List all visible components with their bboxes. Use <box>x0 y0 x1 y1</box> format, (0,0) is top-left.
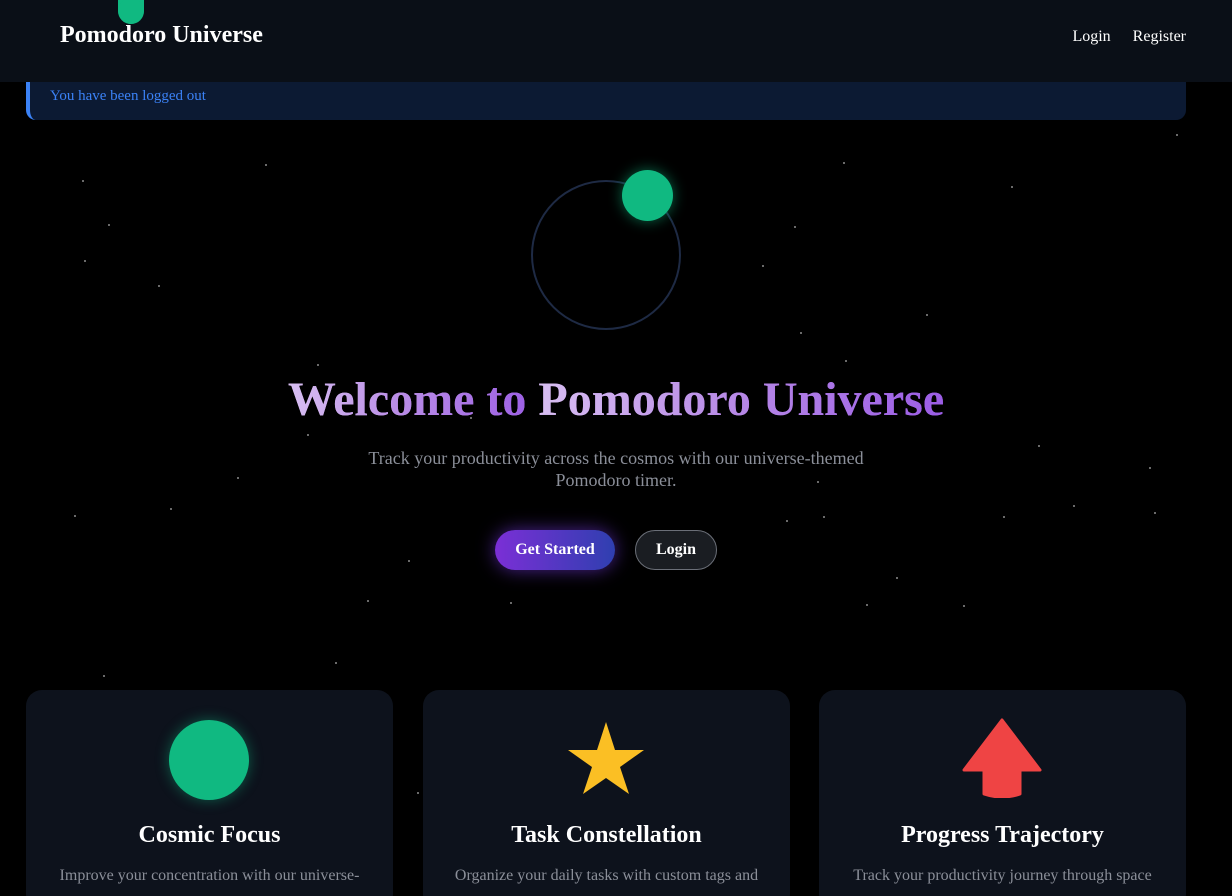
nav-login-link[interactable]: Login <box>1072 28 1110 46</box>
feature-card-task-constellation: Task Constellation Organize your daily t… <box>423 690 790 896</box>
logo-planet-icon <box>118 0 144 24</box>
hero-title: Welcome to Pomodoro Universe <box>0 370 1232 430</box>
feature-card-progress-trajectory: Progress Trajectory Track your productiv… <box>819 690 1186 896</box>
hero-title-part2: Pomodoro Universe <box>538 373 945 426</box>
hero-title-text: Welcome to Pomodoro Universe <box>288 373 944 426</box>
hero-subtitle: Track your productivity across the cosmo… <box>368 448 864 490</box>
brand-logo[interactable]: Pomodoro Universe <box>60 22 263 49</box>
flash-message: You have been logged out <box>26 82 1186 120</box>
feature-description: Track your productivity journey through … <box>853 867 1152 884</box>
feature-card-cosmic-focus: Cosmic Focus Improve your concentration … <box>26 690 393 896</box>
hero-login-button[interactable]: Login <box>635 530 717 570</box>
feature-title: Cosmic Focus <box>138 822 281 848</box>
feature-title: Task Constellation <box>511 822 702 848</box>
arrow-up-icon <box>962 718 1042 798</box>
feature-description: Organize your daily tasks with custom ta… <box>454 867 759 884</box>
hero-title-part1: Welcome to <box>287 373 539 426</box>
feature-description: Improve your concentration with our univ… <box>59 867 360 884</box>
feature-title: Progress Trajectory <box>901 822 1104 848</box>
get-started-button[interactable]: Get Started <box>495 530 615 570</box>
orbiting-planet-icon <box>622 170 673 221</box>
star-icon <box>568 722 644 794</box>
nav-register-link[interactable]: Register <box>1133 28 1186 46</box>
nav-links: Login Register <box>1072 28 1186 46</box>
navbar: Pomodoro Universe Login Register <box>0 0 1232 82</box>
flash-message-text: You have been logged out <box>50 88 206 104</box>
landing-page: Pomodoro Universe Login Register You hav… <box>0 0 1232 896</box>
green-planet-icon <box>169 720 249 800</box>
